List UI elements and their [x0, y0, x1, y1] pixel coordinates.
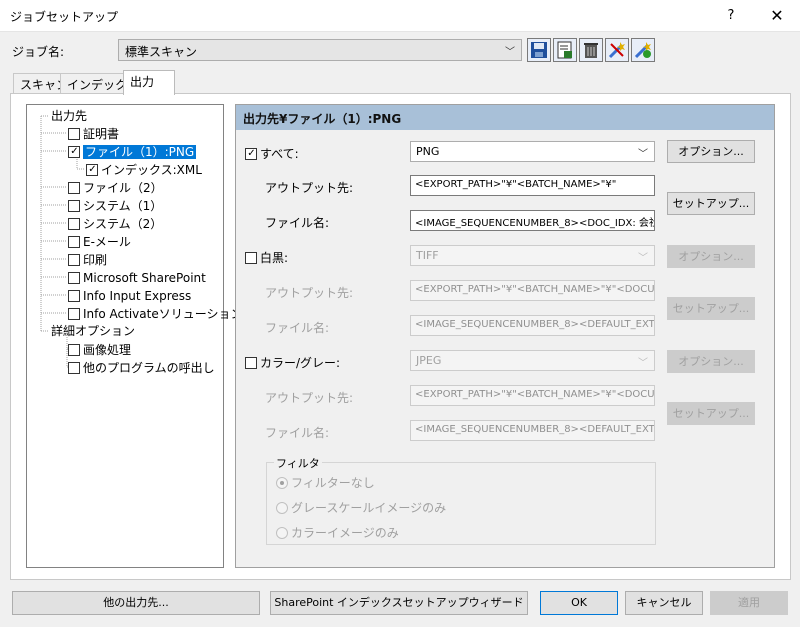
tree-item-file1-png[interactable]: ファイル（1）:PNG	[68, 144, 197, 160]
filter-option-color[interactable]: カラーイメージのみ	[276, 524, 399, 541]
tree-item-call-program[interactable]: 他のプログラムの呼出し	[68, 360, 215, 376]
other-output-button[interactable]: 他の出力先...	[12, 591, 260, 615]
checkbox[interactable]	[68, 182, 80, 194]
chevron-down-icon: ﹀	[505, 47, 515, 58]
all-output-field[interactable]: <EXPORT_PATH>"¥"<BATCH_NAME>"¥"	[410, 175, 655, 196]
checkbox[interactable]	[245, 357, 257, 369]
chevron-down-icon: ﹀	[638, 149, 648, 160]
filter-option-none[interactable]: フィルターなし	[276, 474, 375, 491]
tree-item-info-input-express[interactable]: Info Input Express	[68, 288, 191, 304]
save-icon[interactable]	[527, 38, 551, 62]
tab-output[interactable]: 出力	[123, 70, 175, 95]
checkbox[interactable]	[68, 200, 80, 212]
checkbox[interactable]	[68, 236, 80, 248]
all-filename-label: ファイル名:	[265, 216, 330, 230]
all-format-select[interactable]: PNG ﹀	[410, 141, 655, 162]
tree-item-print[interactable]: 印刷	[68, 252, 107, 268]
color-filename-label: ファイル名:	[265, 426, 330, 440]
job-name-value: 標準スキャン	[125, 45, 198, 59]
bw-setup-button[interactable]: セットアップ...	[667, 297, 755, 320]
bw-format-select[interactable]: TIFF ﹀	[410, 245, 655, 266]
wizard-edit-icon[interactable]	[631, 38, 655, 62]
tree-root-advanced[interactable]: 詳細オプション	[51, 323, 135, 339]
title-bar	[0, 0, 800, 32]
all-checkbox[interactable]: すべて:	[245, 145, 299, 162]
tree-item-index-xml[interactable]: インデックス:XML	[86, 162, 202, 178]
bw-filename-label: ファイル名:	[265, 321, 330, 335]
filter-legend: フィルタ	[274, 455, 322, 471]
all-setup-button[interactable]: セットアップ...	[667, 192, 755, 215]
radio-button[interactable]	[276, 477, 288, 489]
tree-item-certificate[interactable]: 証明書	[68, 126, 119, 142]
bw-output-field[interactable]: <EXPORT_PATH>"¥"<BATCH_NAME>"¥"<DOCUM	[410, 280, 655, 301]
checkbox[interactable]	[68, 362, 80, 374]
output-tree[interactable]: 出力先 証明書 ファイル（1）:PNG インデックス:XML ファイル（2） シ…	[26, 104, 242, 568]
filter-option-grayscale[interactable]: グレースケールイメージのみ	[276, 499, 446, 516]
checkbox[interactable]	[245, 252, 257, 264]
window-title: ジョブセットアップ	[10, 10, 119, 24]
tree-item-system1[interactable]: システム（1）	[68, 198, 162, 214]
cancel-button[interactable]: キャンセル	[625, 591, 703, 615]
checkbox[interactable]	[68, 146, 80, 158]
close-button[interactable]: ✕	[754, 0, 800, 32]
bw-filename-field[interactable]: <IMAGE_SEQUENCENUMBER_8><DEFAULT_EXT:	[410, 315, 655, 336]
all-output-label: アウトプット先:	[265, 181, 354, 195]
color-output-field[interactable]: <EXPORT_PATH>"¥"<BATCH_NAME>"¥"<DOCUM	[410, 385, 655, 406]
tree-item-info-activate[interactable]: Info Activateソリューション	[68, 306, 242, 322]
properties-icon[interactable]	[553, 38, 577, 62]
color-checkbox[interactable]: カラー/グレー:	[245, 354, 340, 371]
wizard-icon[interactable]	[605, 38, 629, 62]
tree-root-output[interactable]: 出力先	[51, 108, 87, 124]
checkbox[interactable]	[68, 344, 80, 356]
checkbox[interactable]	[245, 148, 257, 160]
color-filename-field[interactable]: <IMAGE_SEQUENCENUMBER_8><DEFAULT_EXT:	[410, 420, 655, 441]
panel-header: 出力先¥ファイル（1）:PNG	[236, 105, 774, 130]
ok-button[interactable]: OK	[540, 591, 618, 615]
apply-button[interactable]: 適用	[710, 591, 788, 615]
chevron-down-icon: ﹀	[638, 253, 648, 264]
checkbox[interactable]	[68, 308, 80, 320]
checkbox[interactable]	[86, 164, 98, 176]
bw-checkbox[interactable]: 白黒:	[245, 249, 288, 266]
checkbox[interactable]	[68, 290, 80, 302]
tree-item-system2[interactable]: システム（2）	[68, 216, 162, 232]
checkbox[interactable]	[68, 254, 80, 266]
sharepoint-wizard-button[interactable]: SharePoint インデックスセットアップウィザード	[270, 591, 528, 615]
job-name-label: ジョブ名:	[12, 45, 65, 59]
all-filename-field[interactable]: <IMAGE_SEQUENCENUMBER_8><DOC_IDX: 会社	[410, 210, 655, 231]
color-options-button[interactable]: オプション...	[667, 350, 755, 373]
chevron-down-icon: ﹀	[638, 358, 648, 369]
tree-item-email[interactable]: E-メール	[68, 234, 131, 250]
help-button[interactable]: ?	[708, 0, 754, 32]
checkbox[interactable]	[68, 218, 80, 230]
bw-options-button[interactable]: オプション...	[667, 245, 755, 268]
color-output-label: アウトプット先:	[265, 391, 354, 405]
delete-icon[interactable]	[579, 38, 603, 62]
color-format-select[interactable]: JPEG ﹀	[410, 350, 655, 371]
radio-button[interactable]	[276, 527, 288, 539]
color-setup-button[interactable]: セットアップ...	[667, 402, 755, 425]
radio-button[interactable]	[276, 502, 288, 514]
all-options-button[interactable]: オプション...	[667, 140, 755, 163]
tree-item-image-processing[interactable]: 画像処理	[68, 342, 131, 358]
job-name-select[interactable]: 標準スキャン ﹀	[118, 39, 522, 61]
checkbox[interactable]	[68, 272, 80, 284]
tree-item-sharepoint[interactable]: Microsoft SharePoint	[68, 270, 206, 286]
checkbox[interactable]	[68, 128, 80, 140]
tree-item-file2[interactable]: ファイル（2）	[68, 180, 163, 196]
bw-output-label: アウトプット先:	[265, 286, 354, 300]
